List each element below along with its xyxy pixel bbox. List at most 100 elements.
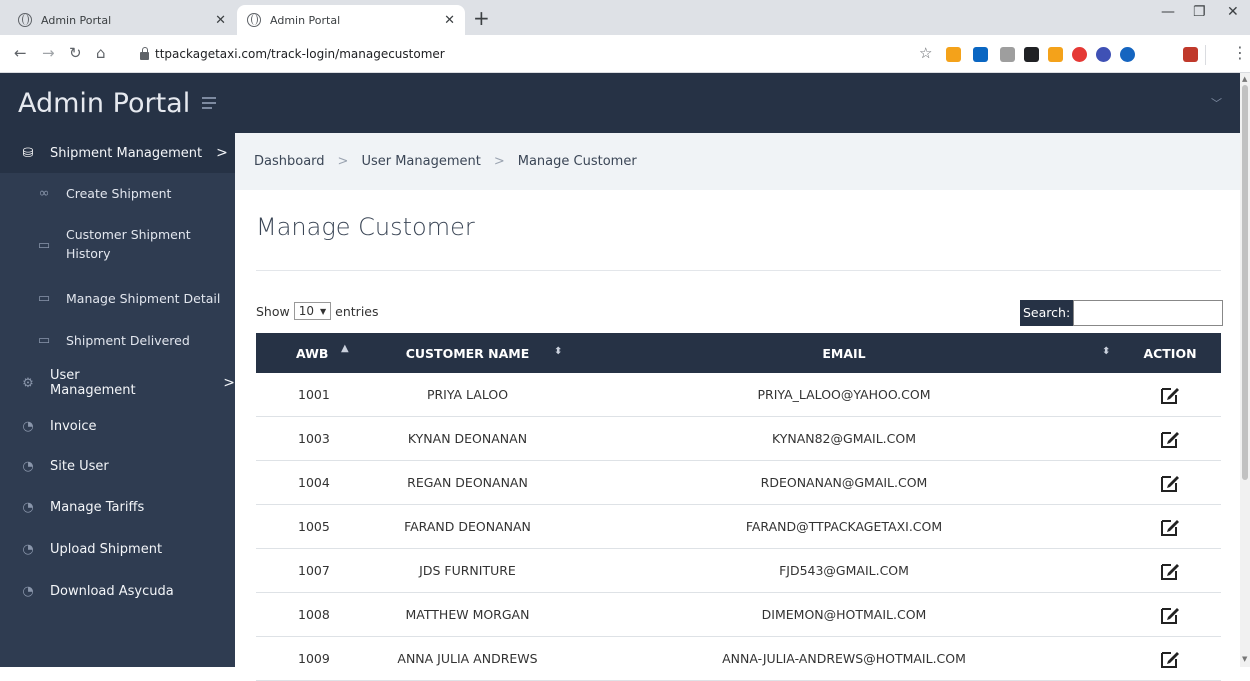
column-label: ACTION: [1143, 345, 1197, 361]
awb-cell: 1003: [298, 431, 330, 446]
search-box: Search:: [1020, 300, 1224, 326]
customer-name-cell: KYNAN DEONANAN: [407, 431, 528, 446]
sidebar-item-label: Shipment Delivered: [66, 332, 190, 348]
pie-icon: ◔: [22, 458, 34, 474]
customer-name-cell: PRIYA LALOO: [426, 387, 509, 402]
column-header-customer-name[interactable]: CUSTOMER NAME ⬍: [366, 333, 569, 373]
chevron-right-icon: >: [223, 375, 235, 391]
sidebar: Admin Portal ⛁ Shipment Management > ∞ Creat…: [0, 73, 235, 667]
scroll-down-icon[interactable]: ▼: [1242, 655, 1247, 663]
email-cell: RDEONANAN@GMAIL.COM: [760, 475, 928, 490]
rss-icon[interactable]: [946, 47, 961, 62]
minimize-icon[interactable]: —: [1161, 4, 1175, 20]
close-icon[interactable]: ✕: [444, 13, 455, 28]
back-icon[interactable]: ←: [14, 44, 27, 62]
color-wheel-icon[interactable]: [1072, 47, 1087, 62]
entries-value: 10: [298, 304, 315, 318]
edit-icon[interactable]: [1159, 472, 1181, 494]
sidebar-item-label: Invoice: [50, 418, 97, 434]
edit-icon[interactable]: [1159, 384, 1181, 406]
tab-title: Admin Portal: [41, 13, 112, 27]
scroll-up-icon[interactable]: ▲: [1242, 75, 1247, 83]
scrollbar-thumb[interactable]: [1242, 85, 1248, 480]
restore-icon[interactable]: ❐: [1193, 4, 1206, 20]
globe-ext-icon[interactable]: [1120, 47, 1135, 62]
lock-icon: [140, 47, 149, 60]
divider: [256, 270, 1221, 271]
incognito-icon[interactable]: [1024, 47, 1039, 62]
browser-tab-active[interactable]: Admin Portal ✕: [237, 5, 465, 35]
feed-icon[interactable]: [1048, 47, 1063, 62]
chevron-down-icon[interactable]: ﹀: [1211, 95, 1222, 111]
search-input[interactable]: [1073, 300, 1224, 326]
edit-icon[interactable]: [1159, 604, 1181, 626]
column-label: CUSTOMER NAME: [405, 345, 530, 361]
table-row: 1007 JDS FURNITURE FJD543@GMAIL.COM: [256, 549, 1221, 593]
g-icon[interactable]: [1000, 47, 1015, 62]
breadcrumb-user-management[interactable]: User Management: [361, 154, 480, 169]
forward-icon[interactable]: →: [42, 44, 55, 62]
email-cell: KYNAN82@GMAIL.COM: [771, 431, 917, 446]
awb-cell: 1008: [298, 607, 330, 622]
infinity-icon: ∞: [38, 185, 50, 201]
sidebar-item-shipment-delivered[interactable]: ▭ Shipment Delivered: [0, 320, 235, 360]
page-scrollbar[interactable]: ▲ ▼: [1240, 73, 1250, 667]
table-row: 1001 PRIYA LALOO PRIYA_LALOO@YAHOO.COM: [256, 373, 1221, 417]
column-header-action: ACTION: [1119, 333, 1221, 373]
bookmark-star-icon[interactable]: ☆: [919, 44, 932, 62]
awb-cell: 1004: [298, 475, 330, 490]
edit-icon[interactable]: [1159, 648, 1181, 670]
sort-asc-icon: ▲: [341, 343, 349, 354]
linkedin-icon[interactable]: [973, 47, 988, 62]
table-row: 1004 REGAN DEONANAN RDEONANAN@GMAIL.COM: [256, 461, 1221, 505]
email-cell: FARAND@TTPACKAGETAXI.COM: [745, 519, 943, 534]
window-close-icon[interactable]: ✕: [1227, 4, 1239, 20]
sidebar-item-invoice[interactable]: ◔ Invoice: [0, 406, 235, 446]
email-cell: FJD543@GMAIL.COM: [779, 563, 909, 578]
menu-toggle-icon[interactable]: [202, 97, 217, 109]
address-bar[interactable]: ttpackagetaxi.com/track-login/managecust…: [140, 42, 920, 66]
sidebar-item-label: Customer Shipment History: [66, 227, 191, 261]
entries-select[interactable]: 10 ▼: [293, 302, 332, 320]
close-icon[interactable]: ✕: [215, 13, 226, 28]
table-row: 1008 MATTHEW MORGAN DIMEMON@HOTMAIL.COM: [256, 593, 1221, 637]
action-cell: [1119, 417, 1221, 460]
sidebar-item-customer-shipment-history[interactable]: ▭ Customer Shipment History: [0, 215, 235, 275]
column-header-awb[interactable]: AWB ▲: [256, 333, 366, 373]
edit-icon[interactable]: [1159, 560, 1181, 582]
sidebar-item-upload-shipment[interactable]: ◔ Upload Shipment: [0, 529, 235, 569]
globe-icon: [18, 13, 32, 27]
sidebar-item-site-user[interactable]: ◔ Site User: [0, 446, 235, 486]
reload-icon[interactable]: ↻: [69, 44, 82, 62]
sidebar-item-download-asycuda[interactable]: ◔ Download Asycuda: [0, 571, 235, 611]
awb-cell: 1005: [298, 519, 330, 534]
awb-cell: 1007: [298, 563, 330, 578]
edit-icon[interactable]: [1159, 516, 1181, 538]
email-cell: DIMEMON@HOTMAIL.COM: [761, 607, 927, 622]
browser-tab[interactable]: Admin Portal ✕: [8, 5, 236, 35]
circle-icon[interactable]: [1096, 47, 1111, 62]
action-cell: [1119, 461, 1221, 504]
edit-icon[interactable]: [1159, 428, 1181, 450]
browser-menu-icon[interactable]: ⋮: [1232, 43, 1248, 62]
sort-icon: ⬍: [1102, 346, 1111, 357]
awb-cell: 1009: [298, 651, 330, 666]
column-header-email[interactable]: EMAIL ⬍: [569, 333, 1119, 373]
home-icon[interactable]: ⌂: [96, 44, 106, 62]
show-label: Show: [256, 303, 290, 319]
avatar-ext-icon[interactable]: [1183, 47, 1198, 62]
sidebar-item-label: Manage Tariffs: [50, 499, 145, 515]
sidebar-item-shipment-management[interactable]: ⛁ Shipment Management >: [0, 133, 235, 173]
sidebar-item-create-shipment[interactable]: ∞ Create Shipment: [0, 173, 235, 213]
sidebar-item-user-management[interactable]: ⚙ User Management >: [0, 363, 235, 403]
sidebar-item-manage-shipment-detail[interactable]: ▭ Manage Shipment Detail: [0, 278, 235, 318]
sidebar-item-manage-tariffs[interactable]: ◔ Manage Tariffs: [0, 487, 235, 527]
breadcrumb-separator: >: [337, 154, 349, 169]
action-cell: [1119, 637, 1221, 680]
customer-name-cell: REGAN DEONANAN: [407, 475, 528, 490]
breadcrumb: Dashboard > User Management > Manage Cus…: [235, 133, 1240, 190]
breadcrumb-separator: >: [493, 154, 505, 169]
action-cell: [1119, 593, 1221, 636]
new-tab-icon[interactable]: +: [473, 6, 490, 30]
breadcrumb-dashboard[interactable]: Dashboard: [254, 154, 325, 169]
